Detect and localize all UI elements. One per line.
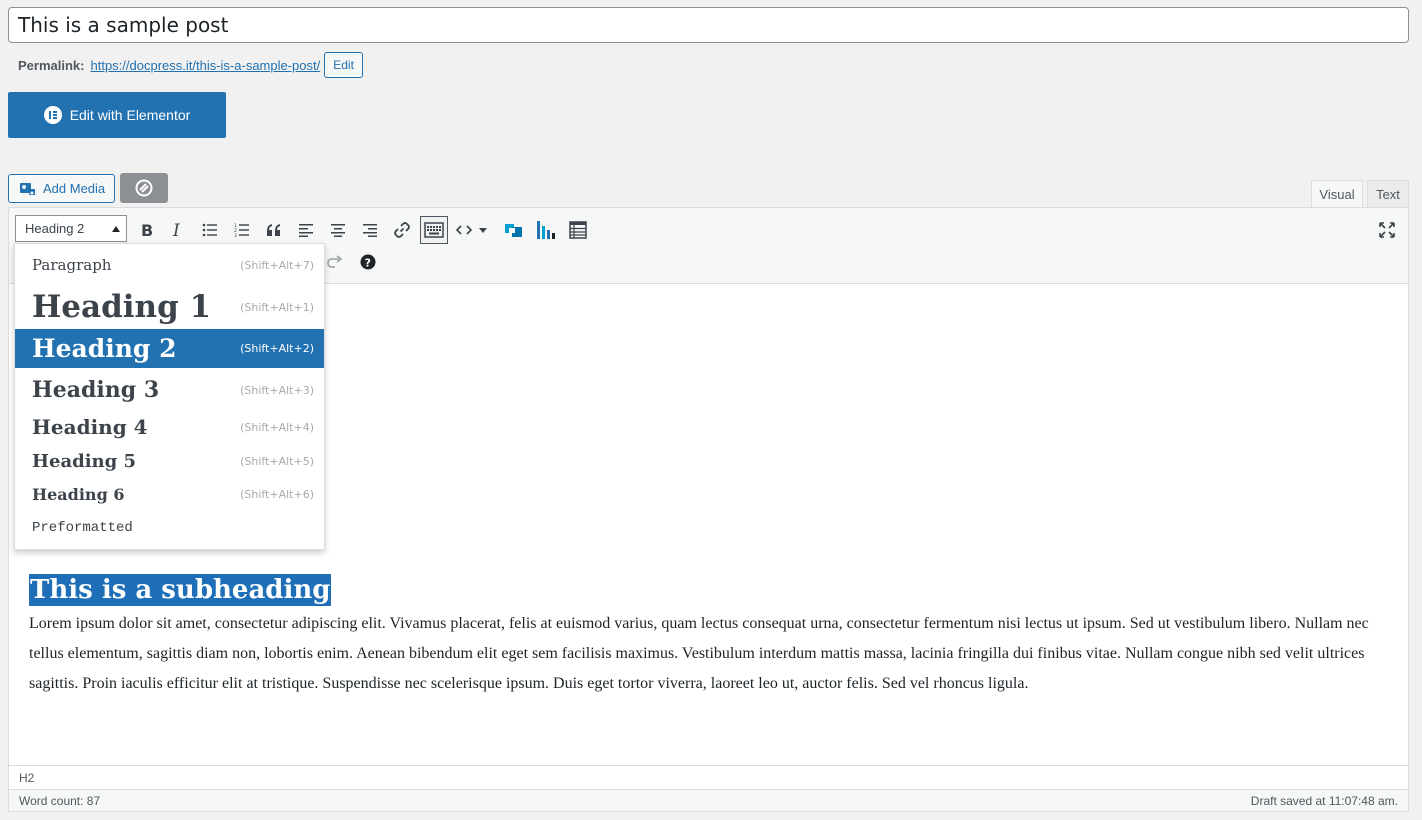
chart-button[interactable]	[532, 216, 560, 244]
elementor-label: Edit with Elementor	[69, 107, 191, 123]
table-button[interactable]	[564, 216, 592, 244]
format-menu-item-heading-5[interactable]: Heading 5 (Shift+Alt+5)	[15, 445, 324, 478]
bold-icon: B	[141, 222, 153, 238]
content-paragraph[interactable]: Lorem ipsum dolor sit amet, consectetur …	[29, 609, 1389, 699]
link-icon	[394, 222, 410, 238]
permalink-edit-button[interactable]: Edit	[324, 52, 363, 78]
format-select-value: Heading 2	[25, 221, 85, 236]
bullet-list-button[interactable]	[196, 216, 224, 244]
redo-button[interactable]	[321, 248, 349, 276]
permalink-row: Permalink: https://docpress.it/this-is-a…	[18, 52, 363, 78]
permalink-label: Permalink:	[18, 57, 85, 73]
align-right-button[interactable]	[356, 216, 384, 244]
format-menu-shortcut: (Shift+Alt+1)	[240, 300, 314, 314]
link-button[interactable]	[388, 216, 416, 244]
blockquote-button[interactable]	[260, 216, 288, 244]
bullet-list-icon	[202, 223, 217, 237]
format-menu-label: Heading 1	[32, 289, 212, 325]
edit-with-elementor-button[interactable]: Edit with Elementor	[8, 92, 226, 138]
bold-button[interactable]: B	[133, 216, 161, 244]
numbered-list-button[interactable]: 1 2 3	[228, 216, 256, 244]
align-center-button[interactable]	[324, 216, 352, 244]
format-menu-item-preformatted[interactable]: Preformatted	[15, 512, 324, 544]
align-center-icon	[331, 224, 345, 237]
italic-icon: I	[172, 222, 180, 238]
format-menu-shortcut: (Shift+Alt+5)	[240, 455, 314, 468]
toolbar-toggle-icon	[424, 222, 444, 238]
dropdown-arrow-icon	[479, 228, 487, 233]
tab-text[interactable]: Text	[1367, 180, 1409, 208]
no-entry-icon	[135, 179, 153, 197]
media-icon	[20, 182, 35, 195]
tab-visual[interactable]: Visual	[1311, 180, 1363, 208]
toolbar-toggle-button[interactable]	[420, 216, 448, 244]
format-menu-item-heading-6[interactable]: Heading 6 (Shift+Alt+6)	[15, 478, 324, 510]
add-media-button[interactable]: Add Media	[8, 174, 115, 203]
format-menu-label: Heading 3	[32, 377, 160, 403]
format-menu-shortcut: (Shift+Alt+2)	[240, 342, 314, 355]
format-menu-label: Paragraph	[32, 256, 112, 274]
element-path[interactable]: H2	[19, 771, 34, 785]
format-menu-item-paragraph[interactable]: Paragraph (Shift+Alt+7)	[15, 250, 324, 280]
format-menu-item-heading-1[interactable]: Heading 1 (Shift+Alt+1)	[15, 284, 324, 330]
plugin-extension-button[interactable]	[120, 173, 168, 203]
word-count: Word count: 87	[19, 793, 101, 808]
caret-up-icon	[112, 226, 120, 232]
element-path-bar: H2	[9, 765, 1408, 789]
format-menu-label: Heading 6	[32, 484, 125, 504]
format-menu-shortcut: (Shift+Alt+4)	[240, 420, 314, 434]
draft-saved-status: Draft saved at 11:07:48 am.	[1250, 793, 1398, 808]
numbered-list-icon: 1 2 3	[234, 223, 249, 237]
elementor-icon	[43, 106, 62, 124]
format-menu-item-heading-3[interactable]: Heading 3 (Shift+Alt+3)	[15, 371, 324, 409]
format-select[interactable]: Heading 2	[15, 215, 127, 242]
permalink-slug: this-is-a-sample-post/	[195, 57, 321, 73]
add-media-label: Add Media	[43, 181, 106, 196]
post-title-input[interactable]: This is a sample post	[8, 7, 1409, 43]
chart-icon	[537, 221, 555, 239]
align-right-icon	[363, 224, 377, 237]
format-menu-label: Heading 5	[32, 451, 137, 472]
permalink-base: https://docpress.it/	[90, 57, 196, 73]
editor-status-bar: Word count: 87 Draft saved at 11:07:48 a…	[9, 789, 1408, 811]
plugin-cube-icon	[505, 224, 522, 237]
redo-icon	[327, 255, 343, 268]
code-dropdown-button[interactable]	[452, 216, 492, 244]
align-left-icon	[299, 224, 313, 237]
code-icon	[456, 225, 472, 235]
svg-text:B: B	[141, 222, 153, 238]
format-menu-label: Heading 4	[32, 415, 148, 439]
format-menu-shortcut: (Shift+Alt+6)	[240, 487, 314, 501]
fullscreen-button[interactable]	[1373, 216, 1401, 244]
format-menu-item-heading-4[interactable]: Heading 4 (Shift+Alt+4)	[15, 410, 324, 444]
align-left-button[interactable]	[292, 216, 320, 244]
format-menu-shortcut: (Shift+Alt+7)	[240, 258, 314, 272]
help-button[interactable]: ?	[354, 248, 382, 276]
plugin-cube-button[interactable]	[500, 216, 528, 244]
permalink-link[interactable]: https://docpress.it/this-is-a-sample-pos…	[90, 58, 320, 73]
svg-text:I: I	[172, 222, 180, 238]
format-menu-label: Preformatted	[32, 520, 133, 536]
format-dropdown-menu: Paragraph (Shift+Alt+7) Heading 1 (Shift…	[14, 243, 325, 550]
format-menu-label: Heading 2	[32, 334, 177, 363]
italic-button[interactable]: I	[164, 216, 192, 244]
format-menu-item-heading-2[interactable]: Heading 2 (Shift+Alt+2)	[15, 329, 324, 368]
blockquote-icon	[267, 224, 280, 236]
help-icon: ?	[360, 254, 376, 270]
svg-text:3: 3	[234, 233, 237, 237]
table-icon	[569, 221, 587, 239]
content-subheading[interactable]: This is a subheading	[29, 574, 332, 606]
fullscreen-icon	[1379, 222, 1395, 238]
format-menu-shortcut: (Shift+Alt+3)	[240, 383, 314, 397]
svg-text:?: ?	[365, 257, 371, 270]
